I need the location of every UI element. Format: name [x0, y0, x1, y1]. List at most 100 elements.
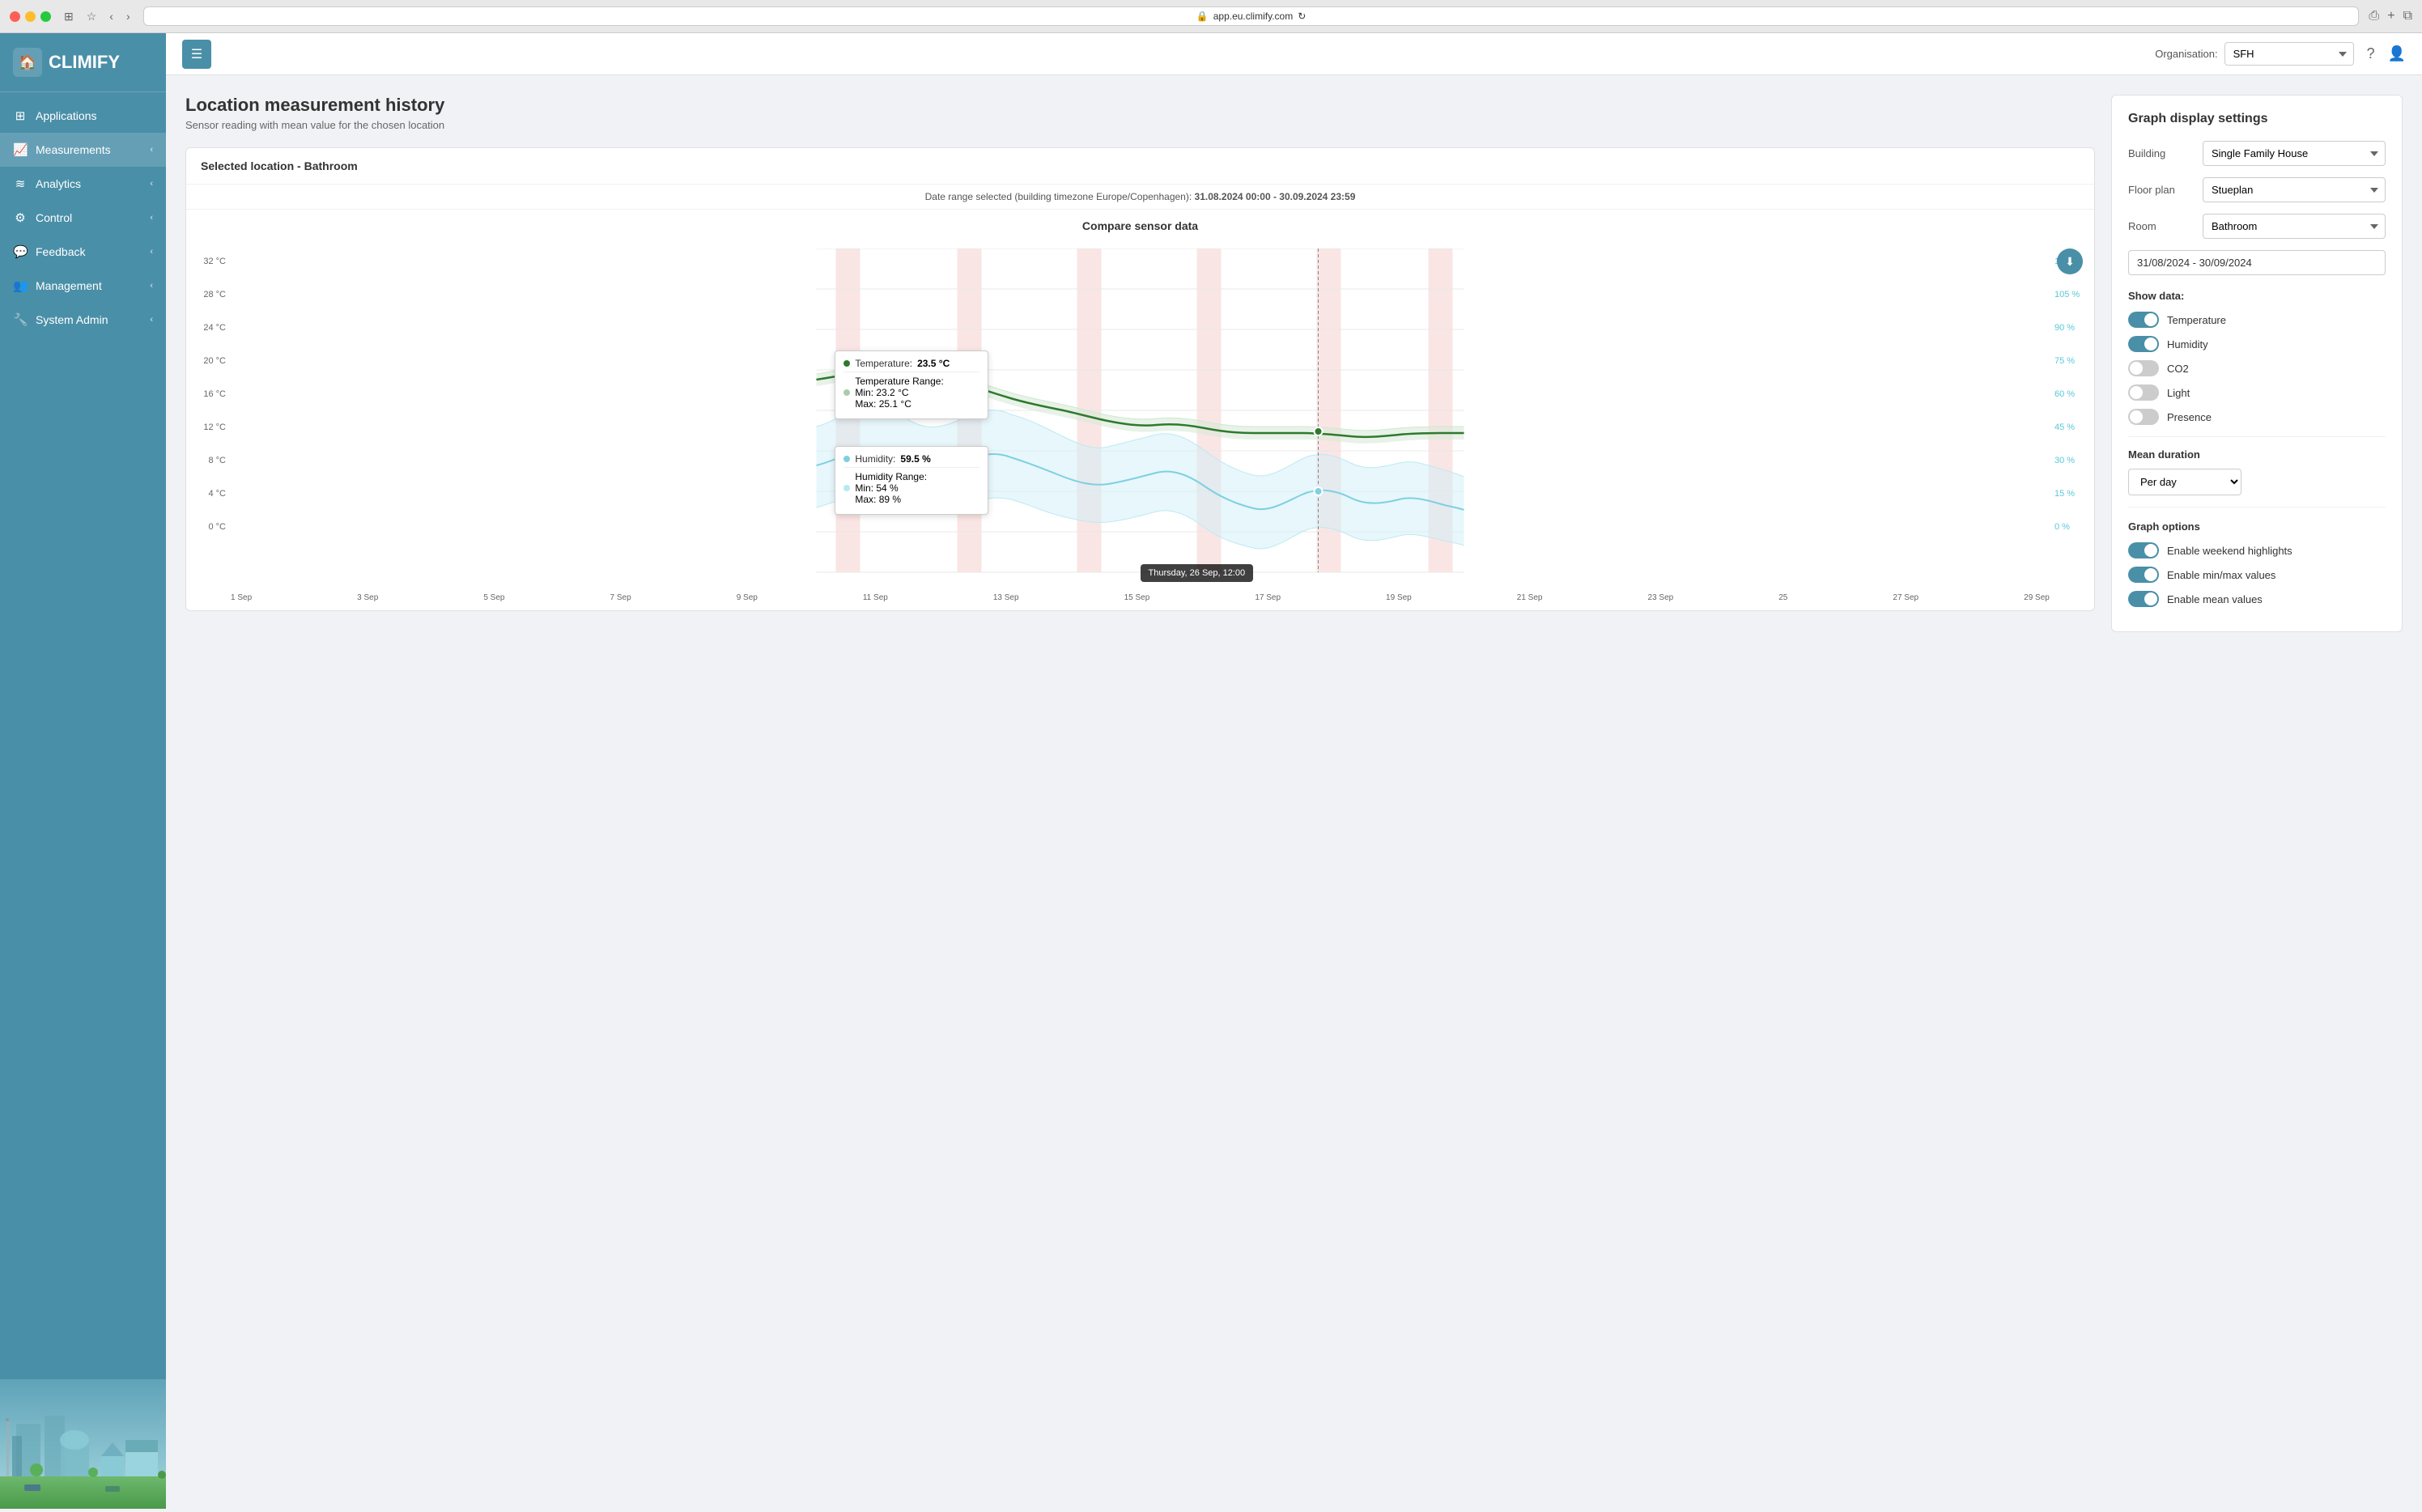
settings-title: Graph display settings: [2128, 112, 2386, 126]
y-label-0pct: 0 %: [2054, 522, 2089, 532]
reload-icon[interactable]: ↻: [1298, 11, 1306, 22]
co2-toggle[interactable]: [2128, 360, 2159, 376]
x-label-15sep: 15 Sep: [1124, 593, 1150, 602]
org-label: Organisation:: [2155, 48, 2217, 60]
system-admin-icon: 🔧: [13, 312, 28, 327]
room-dropdown[interactable]: Bathroom: [2203, 214, 2386, 239]
minimize-button[interactable]: [25, 11, 36, 22]
x-label-9sep: 9 Sep: [737, 593, 758, 602]
building-label: Building: [2128, 147, 2193, 159]
chart-panel: Location measurement history Sensor read…: [185, 95, 2095, 1489]
presence-toggle-label: Presence: [2167, 411, 2212, 423]
browser-actions: ⎙ + ⧉: [2369, 9, 2412, 23]
feedback-label: Feedback: [36, 245, 85, 258]
building-row: Building Single Family House: [2128, 141, 2386, 166]
control-icon: ⚙: [13, 210, 28, 225]
humidity-toggle-knob: [2144, 338, 2157, 350]
sidebar-logo: 🏠 CLIMIFY: [0, 33, 166, 92]
management-chevron: ‹: [150, 281, 153, 291]
x-label-29sep: 29 Sep: [2024, 593, 2050, 602]
floor-plan-row: Floor plan Stueplan: [2128, 177, 2386, 202]
sidebar-item-feedback[interactable]: 💬 Feedback ‹: [0, 235, 166, 269]
lock-icon: 🔒: [1196, 11, 1209, 22]
browser-nav: ⊞ ☆ ‹ ›: [61, 8, 134, 25]
weekend-highlights-label: Enable weekend highlights: [2167, 545, 2292, 557]
x-label-25sep: 25: [1778, 593, 1787, 602]
light-toggle-row: Light: [2128, 384, 2386, 401]
y-label-90: 90 %: [2054, 323, 2089, 333]
sidebar-item-system-admin[interactable]: 🔧 System Admin ‹: [0, 303, 166, 337]
x-label-13sep: 13 Sep: [993, 593, 1019, 602]
chart-header: Selected location - Bathroom: [186, 148, 2094, 185]
light-toggle-label: Light: [2167, 387, 2190, 399]
help-icon[interactable]: ?: [2367, 45, 2375, 62]
topbar: ☰ Organisation: SFH ? 👤: [166, 33, 2422, 75]
light-toggle[interactable]: [2128, 384, 2159, 401]
room-label: Room: [2128, 220, 2193, 232]
sidebar-item-applications[interactable]: ⊞ Applications: [0, 99, 166, 133]
presence-toggle-row: Presence: [2128, 409, 2386, 425]
room-row: Room Bathroom: [2128, 214, 2386, 239]
share-icon[interactable]: ⎙: [2369, 9, 2379, 23]
feedback-chevron: ‹: [150, 247, 153, 257]
fullscreen-button[interactable]: [40, 11, 51, 22]
mean-values-toggle[interactable]: [2128, 591, 2159, 607]
city-illustration: [0, 1379, 166, 1509]
download-button[interactable]: ⬇: [2057, 248, 2083, 274]
back-button[interactable]: ‹: [106, 8, 117, 25]
floor-plan-dropdown[interactable]: Stueplan: [2203, 177, 2386, 202]
temperature-toggle[interactable]: [2128, 312, 2159, 328]
sidebar-item-measurements[interactable]: 📈 Measurements ‹: [0, 133, 166, 167]
sidebar-item-control[interactable]: ⚙ Control ‹: [0, 201, 166, 235]
minmax-values-label: Enable min/max values: [2167, 569, 2275, 581]
tab-icon[interactable]: ⊞: [61, 8, 77, 25]
date-range-input[interactable]: 31/08/2024 - 30/09/2024: [2128, 250, 2386, 275]
measurements-label: Measurements: [36, 143, 111, 156]
bookmark-icon[interactable]: ☆: [83, 8, 100, 25]
forward-button[interactable]: ›: [123, 8, 134, 25]
mean-duration-select[interactable]: Per day Per hour Per week Per month: [2128, 469, 2241, 495]
light-toggle-knob: [2130, 386, 2143, 399]
sidebar-item-analytics[interactable]: ≋ Analytics ‹: [0, 167, 166, 201]
mean-duration-title: Mean duration: [2128, 448, 2386, 461]
weekend-highlights-toggle[interactable]: [2128, 542, 2159, 559]
address-bar[interactable]: 🔒 app.eu.climify.com ↻: [143, 6, 2360, 26]
measurements-icon: 📈: [13, 142, 28, 157]
chart-location-title: Selected location - Bathroom: [201, 159, 358, 172]
y-axis-right: 120 % 105 % 90 % 75 % 60 % 45 % 30 % 15 …: [2050, 248, 2094, 540]
close-button[interactable]: [10, 11, 20, 22]
co2-toggle-label: CO2: [2167, 363, 2189, 375]
building-dropdown[interactable]: Single Family House: [2203, 141, 2386, 166]
minmax-values-toggle[interactable]: [2128, 567, 2159, 583]
chart-area-wrapper: ⬇ 32 °C 28 °C 24 °C 20 °C 16 °C 12 °C 8 …: [186, 242, 2094, 610]
humidity-toggle[interactable]: [2128, 336, 2159, 352]
mean-values-knob: [2144, 592, 2157, 605]
windows-icon[interactable]: ⧉: [2403, 9, 2412, 23]
weekend-highlights-knob: [2144, 544, 2157, 557]
sidebar-item-management[interactable]: 👥 Management ‹: [0, 269, 166, 303]
chart-svg: [186, 248, 2094, 588]
graph-options-title: Graph options: [2128, 520, 2386, 533]
new-tab-icon[interactable]: +: [2387, 9, 2394, 23]
minmax-values-row: Enable min/max values: [2128, 567, 2386, 583]
hamburger-button[interactable]: ☰: [182, 40, 211, 69]
x-axis-labels: 1 Sep 3 Sep 5 Sep 7 Sep 9 Sep 11 Sep 13 …: [186, 588, 2094, 610]
co2-toggle-knob: [2130, 362, 2143, 375]
analytics-label: Analytics: [36, 177, 81, 190]
humidity-toggle-label: Humidity: [2167, 338, 2208, 350]
y-label-30: 30 %: [2054, 456, 2089, 465]
main-content: ☰ Organisation: SFH ? 👤 Location measure…: [166, 33, 2422, 1509]
presence-toggle[interactable]: [2128, 409, 2159, 425]
y-label-75: 75 %: [2054, 356, 2089, 366]
x-label-21sep: 21 Sep: [1517, 593, 1543, 602]
mean-values-label: Enable mean values: [2167, 593, 2263, 605]
measurements-chevron: ‹: [150, 145, 153, 155]
app-container: 🏠 CLIMIFY ⊞ Applications 📈 Measurements …: [0, 33, 2422, 1509]
humidity-toggle-row: Humidity: [2128, 336, 2386, 352]
temperature-toggle-knob: [2144, 313, 2157, 326]
user-icon[interactable]: 👤: [2388, 45, 2406, 62]
management-label: Management: [36, 279, 102, 292]
x-label-5sep: 5 Sep: [483, 593, 504, 602]
org-dropdown[interactable]: SFH: [2224, 42, 2354, 66]
chart-svg-container: Temperature: 23.5 °C Temperature Range:: [186, 248, 2094, 588]
